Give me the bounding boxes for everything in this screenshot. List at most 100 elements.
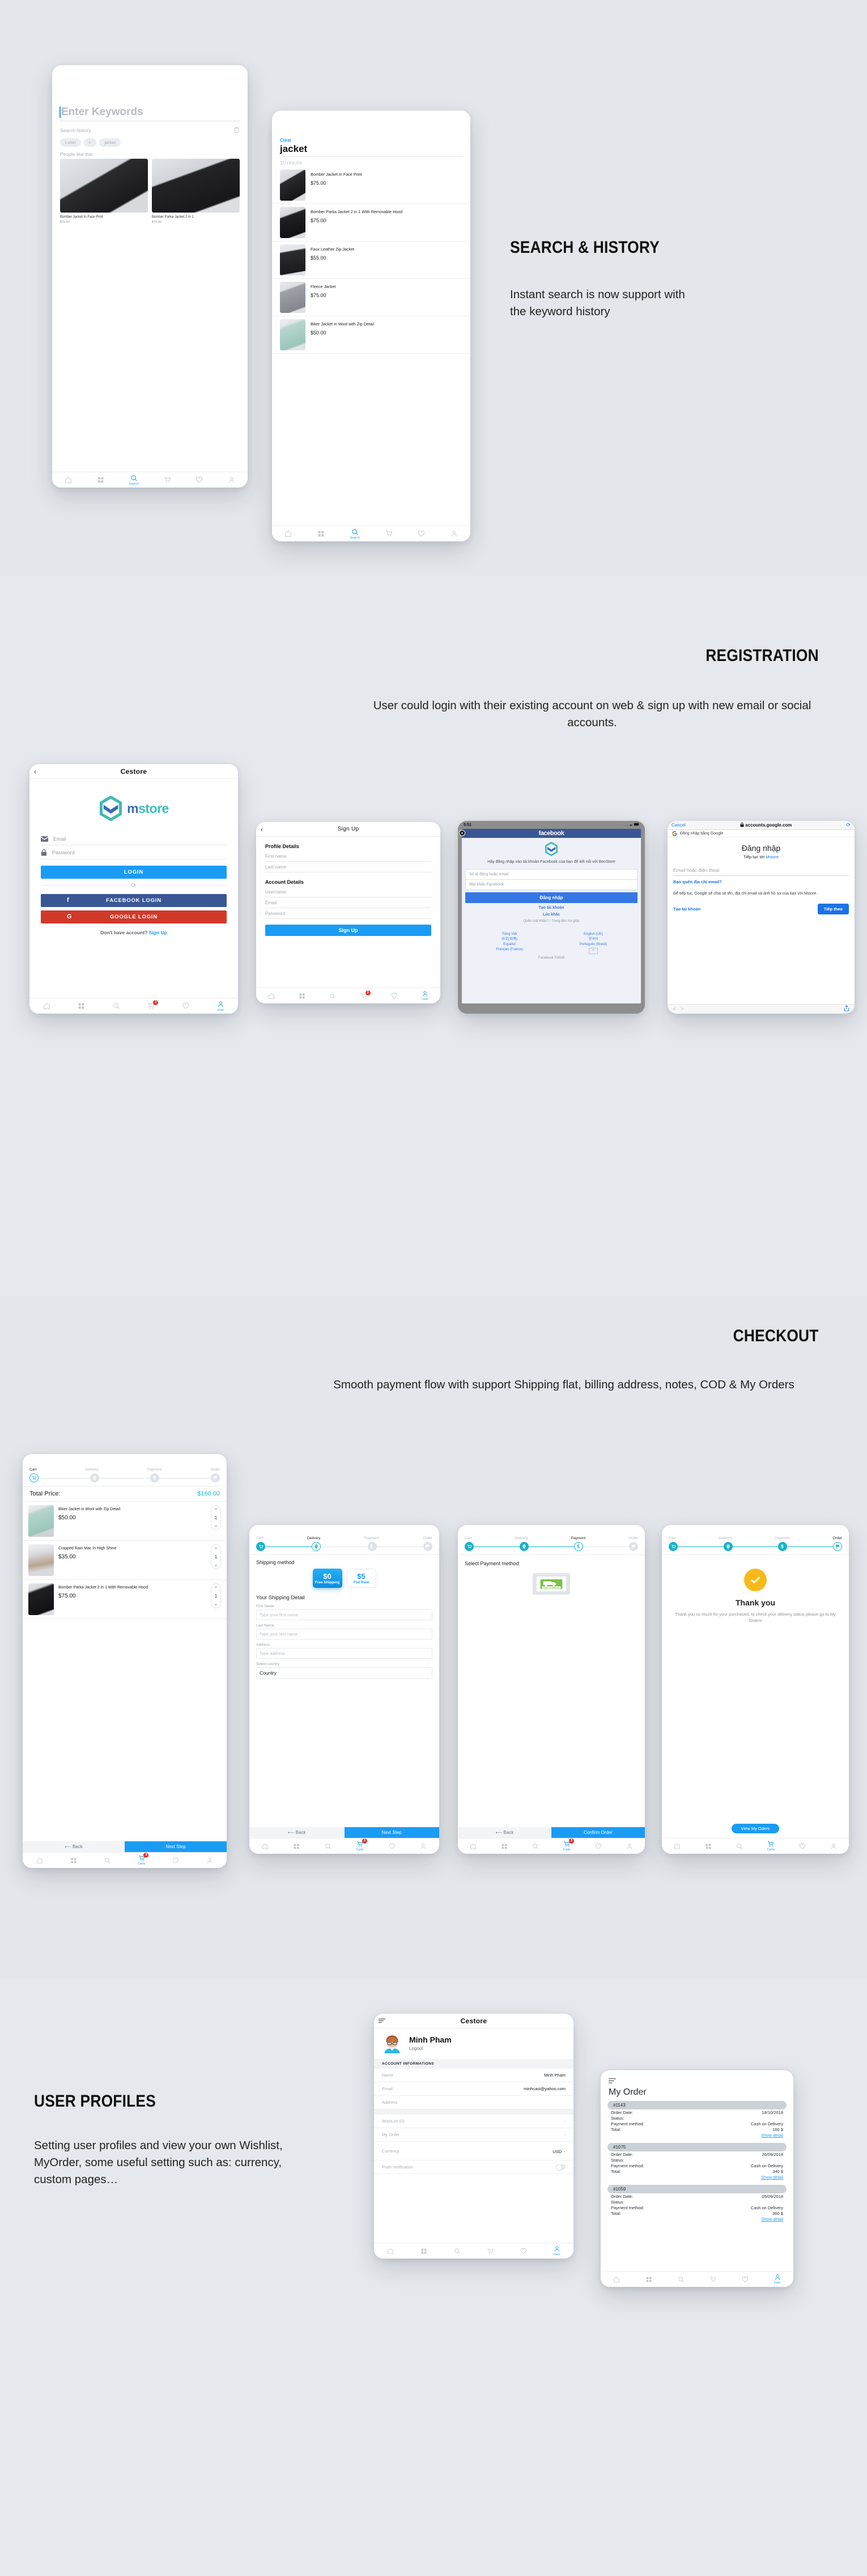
quantity-stepper[interactable]: 1 (211, 1583, 221, 1608)
chip-1[interactable]: t- (83, 138, 97, 147)
order-card[interactable]: #1059 Order Date: 05/09/2018 Status: Paym… (607, 2185, 787, 2222)
tab-cart[interactable]: 3 Carts (356, 1838, 367, 1852)
show-detail-link[interactable]: Show detail (607, 2132, 787, 2138)
tab-user[interactable] (206, 1857, 213, 1864)
tab-categories[interactable] (299, 993, 305, 999)
chip-2[interactable]: jacket (99, 138, 121, 147)
tab-categories[interactable] (501, 1843, 508, 1850)
result-row[interactable]: Biker Jacket in Wool with Zip Detail $50… (272, 316, 470, 354)
tab-search[interactable] (678, 2276, 685, 2283)
tab-wishlist[interactable] (595, 1843, 602, 1850)
facebook-login-button[interactable]: f FACEBOOK LOGIN (41, 894, 227, 907)
bottom-tab-bar[interactable]: 3 Carts (249, 1838, 439, 1854)
facebook-login-submit[interactable]: Đăng nhập (465, 892, 638, 903)
lang-more-button[interactable]: + (589, 947, 598, 954)
logout-link[interactable]: Logout (409, 2046, 452, 2051)
tab-wishlist[interactable] (172, 1857, 179, 1864)
tab-categories[interactable] (293, 1843, 300, 1850)
google-create-account-link[interactable]: Tạo tài khoản (673, 906, 700, 912)
checkout-action-bar[interactable]: ⟵ Back Next Step (23, 1841, 227, 1852)
signup-link[interactable]: Sign Up (149, 930, 167, 935)
bottom-tab-bar[interactable]: 3 Carts (458, 1838, 645, 1854)
bottom-tab-bar[interactable]: User (374, 2243, 573, 2259)
result-row[interactable]: Faux Leather Zip Jacket $55.00 (272, 242, 470, 279)
tab-search[interactable]: Search (129, 474, 139, 486)
bottom-tab-bar[interactable]: Search (272, 526, 470, 541)
cancel-button[interactable]: Cancel (672, 823, 686, 828)
view-my-orders-button[interactable]: View My Oders (732, 1824, 779, 1833)
hamburger-icon[interactable] (609, 2076, 785, 2086)
google-next-button[interactable]: Tiếp theo (817, 904, 849, 914)
push-notification-toggle[interactable] (556, 2164, 566, 2170)
show-detail-link[interactable]: Show detail (607, 2216, 787, 2222)
tab-search[interactable] (736, 1843, 743, 1850)
lang-2[interactable]: 中文(台灣) (468, 937, 551, 942)
tab-user[interactable] (228, 476, 235, 484)
step-cart-icon[interactable] (465, 1542, 474, 1551)
last-name-input[interactable]: Last name (265, 862, 431, 872)
qty-decrease-icon[interactable] (214, 1604, 218, 1606)
google-forgot-email-link[interactable]: Bạn quên địa chỉ email? (673, 879, 849, 884)
shipping-option-free[interactable]: $0 Free Shipping (312, 1569, 342, 1588)
tab-categories[interactable] (705, 1843, 712, 1850)
lang-3[interactable]: 한국어 (551, 937, 635, 942)
tab-search[interactable] (329, 993, 336, 999)
share-icon[interactable] (844, 1004, 849, 1014)
next-step-button[interactable]: Next Step (125, 1841, 227, 1852)
tab-cart[interactable] (487, 2248, 494, 2255)
show-detail-link[interactable]: Show detail (607, 2174, 787, 2180)
qty-decrease-icon[interactable] (214, 1526, 218, 1528)
step-delivery-icon[interactable] (723, 1542, 733, 1551)
checkout-action-bar[interactable]: ⟵ Back Confirm Order (458, 1827, 645, 1838)
product-card[interactable]: Bomber Jacket In Face Print $75.00 (60, 159, 148, 224)
tab-search[interactable] (104, 1857, 110, 1864)
tab-user[interactable] (450, 530, 458, 537)
step-delivery-icon[interactable] (90, 1473, 99, 1482)
tab-categories[interactable] (78, 1002, 85, 1010)
step-payment-icon[interactable]: $ (367, 1542, 377, 1551)
lang-0[interactable]: Tiếng Việt (468, 932, 551, 937)
tab-cart[interactable] (385, 530, 393, 537)
checkout-action-bar[interactable]: ⟵ Back Next Step (249, 1827, 439, 1838)
order-card[interactable]: #1075 Order Date: 26/09/2018 Status: Paym… (607, 2143, 787, 2180)
step-order-icon[interactable] (211, 1473, 220, 1482)
chevron-left-icon[interactable]: ‹ (34, 768, 36, 776)
tab-user[interactable] (420, 1843, 427, 1850)
step-order-icon[interactable] (833, 1542, 843, 1551)
step-cart-icon[interactable] (669, 1542, 678, 1551)
bottom-tab-bar[interactable]: Search (52, 472, 248, 488)
tab-search[interactable] (454, 2248, 461, 2255)
tab-home[interactable] (43, 1002, 50, 1010)
address-input[interactable]: Type address (256, 1648, 432, 1659)
tab-user[interactable]: User (774, 2274, 781, 2285)
tab-wishlist[interactable] (391, 993, 398, 999)
tab-search[interactable] (325, 1843, 332, 1850)
google-email-input[interactable]: Email hoặc điện thoại (673, 867, 849, 876)
qty-increase-icon[interactable] (214, 1507, 218, 1510)
product-card[interactable]: Bomber Parka Jacket 2 in 1 $75.00 (152, 159, 240, 224)
lang-5[interactable]: Português (Brasil) (551, 942, 635, 947)
hamburger-icon[interactable] (379, 2018, 385, 2024)
first-name-input[interactable]: First name (265, 851, 431, 862)
facebook-forgot-link[interactable]: Quên mật khẩu? - Trung tâm trợ giúp (462, 920, 641, 923)
tab-cart[interactable] (164, 476, 171, 484)
first-name-input[interactable]: Type your first name (256, 1609, 432, 1620)
login-button[interactable]: LOGIN (41, 866, 227, 879)
tab-home[interactable] (674, 1843, 681, 1850)
email-field[interactable]: Email (41, 832, 227, 845)
tab-user[interactable]: User (554, 2245, 560, 2256)
tab-user[interactable] (830, 1843, 837, 1850)
next-step-button[interactable]: Next Step (344, 1827, 439, 1838)
password-input[interactable]: Password (265, 908, 431, 919)
search-input[interactable]: Enter Keywords (60, 106, 240, 121)
search-query[interactable]: jacket (280, 143, 462, 155)
step-cart-icon[interactable] (256, 1542, 265, 1551)
tab-search[interactable]: Search (350, 528, 360, 540)
password-field[interactable]: Password (41, 845, 227, 859)
confirm-order-button[interactable]: Confirm Order (551, 1827, 645, 1838)
trash-icon[interactable] (233, 126, 240, 134)
chevron-left-icon[interactable]: ‹ (261, 825, 263, 833)
result-row[interactable]: Bomber Jacket In Face Print $75.00 (272, 167, 470, 204)
step-cart-icon[interactable] (29, 1473, 39, 1482)
lang-1[interactable]: English (UK) (551, 932, 635, 937)
